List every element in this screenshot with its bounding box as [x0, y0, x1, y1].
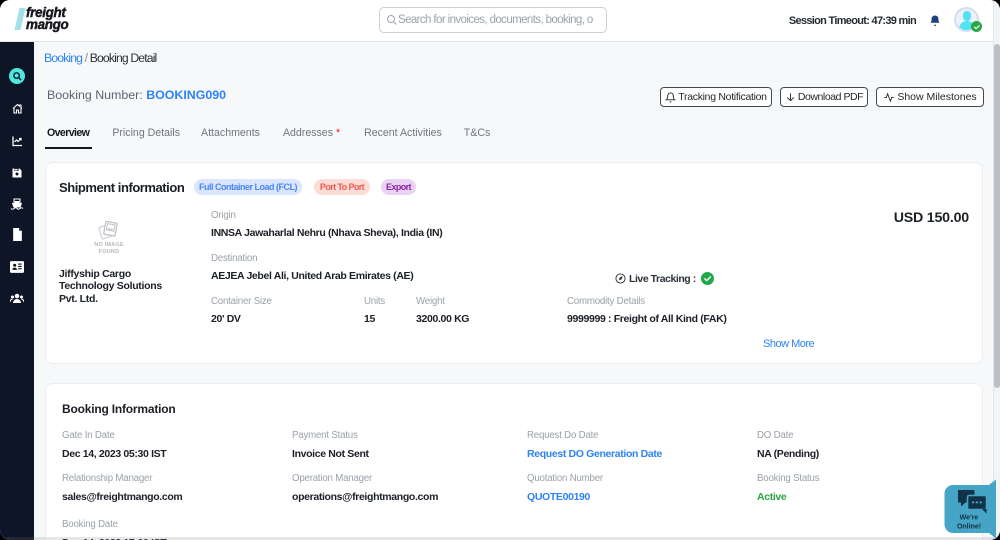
svg-text:We're: We're [959, 515, 978, 522]
svg-text:Online!: Online! [956, 524, 980, 531]
